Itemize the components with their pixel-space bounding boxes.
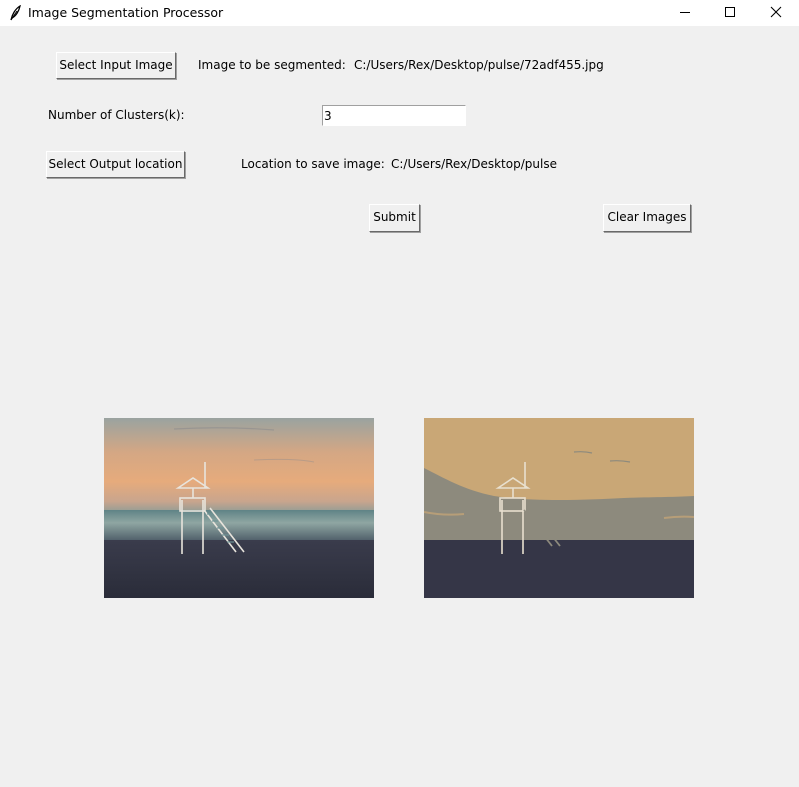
submit-button[interactable]: Submit <box>369 204 420 232</box>
input-caption: Image to be segmented: <box>198 58 346 72</box>
close-icon <box>770 6 782 21</box>
maximize-icon <box>724 6 736 21</box>
select-output-location-button[interactable]: Select Output location <box>46 151 185 178</box>
close-button[interactable] <box>753 0 799 26</box>
window-title: Image Segmentation Processor <box>28 5 224 20</box>
clusters-label: Number of Clusters(k): <box>48 108 185 122</box>
maximize-button[interactable] <box>707 0 753 26</box>
select-input-image-button[interactable]: Select Input Image <box>56 52 176 79</box>
segmented-image <box>424 418 694 598</box>
clear-images-button[interactable]: Clear Images <box>603 204 691 232</box>
output-caption: Location to save image: <box>241 157 385 171</box>
title-bar: Image Segmentation Processor <box>0 0 799 26</box>
input-path: C:/Users/Rex/Desktop/pulse/72adf455.jpg <box>354 58 604 72</box>
minimize-button[interactable] <box>662 0 708 26</box>
feather-icon <box>8 4 22 21</box>
clusters-input[interactable] <box>322 105 466 126</box>
minimize-icon <box>679 6 691 21</box>
output-path: C:/Users/Rex/Desktop/pulse <box>391 157 557 171</box>
original-image <box>104 418 374 598</box>
